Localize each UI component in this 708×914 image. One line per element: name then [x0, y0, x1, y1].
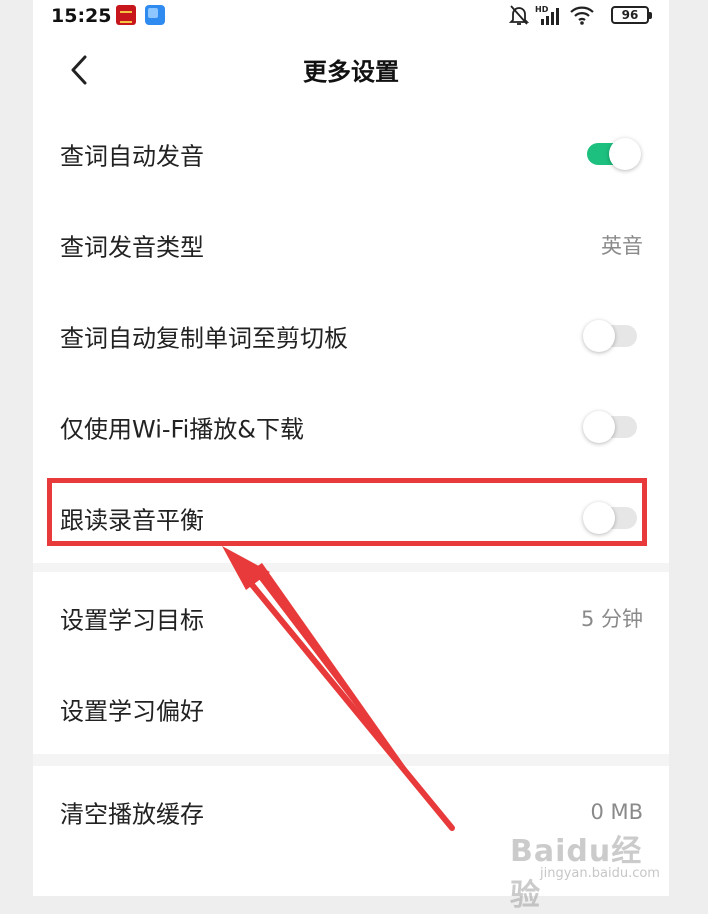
setting-label: 设置学习偏好 [60, 697, 204, 725]
auto-copy-toggle[interactable] [583, 319, 637, 352]
settings-group-cache: 清空播放缓存 0 MB [33, 766, 669, 896]
wifi-only-toggle[interactable] [583, 410, 637, 443]
wifi-icon [570, 6, 594, 25]
battery-indicator: 96 [611, 6, 652, 24]
auto-pronounce-toggle[interactable] [587, 137, 641, 170]
setting-pronounce-type[interactable]: 查词发音类型 英音 [33, 199, 669, 290]
toggle-knob [583, 410, 615, 443]
setting-auto-pronounce: 查词自动发音 [33, 108, 669, 199]
toggle-knob [609, 137, 641, 170]
network-type-label: HD [535, 5, 549, 14]
cache-size-value: 0 MB [590, 799, 643, 824]
status-bar: 15:25 HD 96 [33, 0, 669, 32]
setting-label: 查词自动复制单词至剪切板 [60, 324, 348, 352]
setting-label: 设置学习目标 [60, 606, 204, 634]
nav-header: 更多设置 [33, 32, 669, 108]
mute-bell-icon [509, 5, 529, 25]
status-icons: HD 96 [509, 4, 652, 28]
setting-study-goal[interactable]: 设置学习目标 5 分钟 [33, 572, 669, 663]
setting-label: 查词发音类型 [60, 233, 204, 261]
settings-group-playback: 查词自动发音 查词发音类型 英音 查词自动复制单词至剪切板 仅使用Wi-Fi播放… [33, 108, 669, 563]
setting-label: 查词自动发音 [60, 142, 204, 170]
xuexi-app-icon [116, 5, 136, 25]
recording-balance-toggle[interactable] [583, 501, 637, 534]
toggle-knob [583, 319, 615, 352]
phone-screen: 15:25 HD 96 更多设置 查词自动发音 查词发音类型 英音 查词自动复制… [33, 0, 669, 896]
setting-study-preference[interactable]: 设置学习偏好 [33, 663, 669, 754]
setting-wifi-only: 仅使用Wi-Fi播放&下载 [33, 381, 669, 472]
setting-auto-copy: 查词自动复制单词至剪切板 [33, 290, 669, 381]
study-goal-value: 5 分钟 [580, 606, 643, 631]
setting-label: 跟读录音平衡 [60, 506, 204, 534]
setting-recording-balance: 跟读录音平衡 [33, 472, 669, 563]
setting-label: 清空播放缓存 [60, 800, 204, 828]
pronounce-type-value: 英音 [601, 233, 643, 258]
toggle-knob [583, 501, 615, 534]
settings-group-study: 设置学习目标 5 分钟 设置学习偏好 [33, 572, 669, 754]
page-title: 更多设置 [303, 58, 399, 86]
setting-clear-cache[interactable]: 清空播放缓存 0 MB [33, 766, 669, 857]
status-time: 15:25 [51, 5, 112, 27]
blue-app-icon [145, 5, 165, 25]
setting-label: 仅使用Wi-Fi播放&下载 [60, 415, 304, 443]
signal-icon: HD [535, 5, 559, 25]
